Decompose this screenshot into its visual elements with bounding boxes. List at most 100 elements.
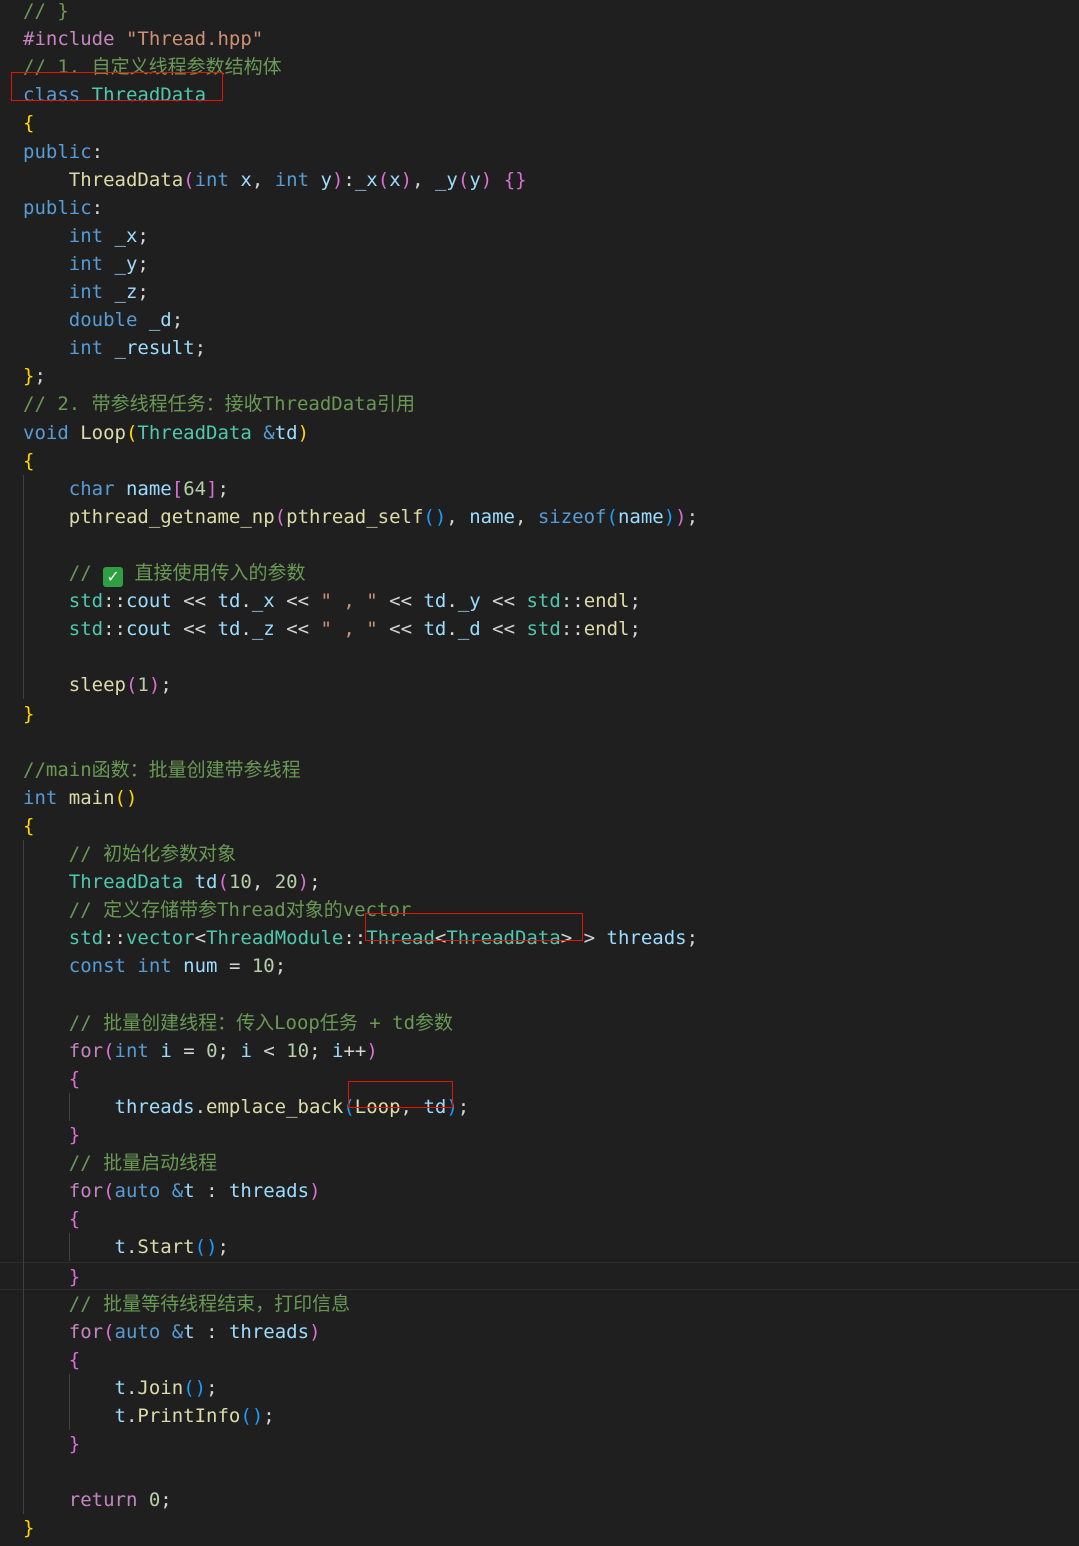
- code-line[interactable]: for(auto &t : threads): [0, 1177, 1079, 1205]
- code-line-text: // ✓ 直接使用传入的参数: [23, 559, 306, 587]
- code-token: (: [377, 168, 390, 191]
- code-line[interactable]: [0, 981, 1079, 1009]
- code-line[interactable]: }: [0, 700, 1079, 728]
- code-token: (: [606, 505, 618, 528]
- code-line-text: sleep(1);: [23, 671, 172, 699]
- code-line[interactable]: {: [0, 1346, 1079, 1374]
- code-line[interactable]: threads.emplace_back(Loop, td);: [0, 1093, 1079, 1121]
- code-line-text: // 批量等待线程结束，打印信息: [23, 1290, 350, 1318]
- code-line[interactable]: #include "Thread.hpp": [0, 25, 1079, 53]
- code-line[interactable]: //main函数：批量创建带参线程: [0, 756, 1079, 784]
- code-token: threads: [228, 1320, 310, 1343]
- code-line[interactable]: int _result;: [0, 334, 1079, 362]
- code-line-text: double _d;: [23, 306, 183, 334]
- code-token: num: [183, 955, 218, 978]
- code-line[interactable]: // 批量等待线程结束，打印信息: [0, 1290, 1079, 1318]
- code-line[interactable]: ThreadData td(10, 20);: [0, 868, 1079, 896]
- code-line[interactable]: // 批量启动线程: [0, 1149, 1079, 1177]
- code-line[interactable]: {: [0, 109, 1079, 137]
- code-token: 10: [228, 871, 252, 894]
- code-line[interactable]: sleep(1);: [0, 671, 1079, 699]
- code-line[interactable]: pthread_getname_np(pthread_self(), name,…: [0, 503, 1079, 531]
- code-token: }: [23, 1517, 35, 1540]
- code-token: ,: [251, 168, 275, 191]
- code-token: i: [160, 1039, 172, 1062]
- code-token: ,: [446, 505, 470, 528]
- code-line[interactable]: [0, 531, 1079, 559]
- code-token: auto: [114, 1320, 172, 1343]
- code-line[interactable]: [0, 728, 1079, 756]
- code-token: :: [194, 1320, 229, 1343]
- code-line[interactable]: }: [0, 1261, 1079, 1291]
- code-token: (: [274, 505, 287, 528]
- code-line[interactable]: int _y;: [0, 250, 1079, 278]
- code-line[interactable]: {: [0, 1065, 1079, 1093]
- code-line[interactable]: void Loop(ThreadData &td): [0, 419, 1079, 447]
- code-token: ;: [629, 618, 641, 641]
- code-editor[interactable]: // } #include "Thread.hpp"// 1. 自定义线程参数结构…: [0, 0, 1079, 1546]
- code-line[interactable]: // 初始化参数对象: [0, 840, 1079, 868]
- code-line[interactable]: // 批量创建线程：传入Loop任务 + td参数: [0, 1009, 1079, 1037]
- code-line[interactable]: t.Join();: [0, 1374, 1079, 1402]
- code-line-text: }: [23, 1263, 80, 1291]
- code-token: endl: [583, 618, 630, 641]
- code-line[interactable]: std::cout << td._z << " , " << td._d << …: [0, 615, 1079, 643]
- code-line[interactable]: }: [0, 1514, 1079, 1542]
- code-line-text: };: [23, 362, 46, 390]
- code-token: std: [68, 590, 104, 613]
- code-token: ]: [206, 477, 218, 500]
- code-token: for: [68, 1180, 104, 1203]
- code-line[interactable]: [0, 643, 1079, 671]
- code-token: .: [240, 618, 252, 641]
- code-token: ;: [160, 1489, 172, 1512]
- code-line-text: t.Start();: [23, 1233, 229, 1261]
- code-line[interactable]: ThreadData(int x, int y):_x(x), _y(y) {}: [0, 166, 1079, 194]
- code-token: 10: [286, 1039, 310, 1062]
- code-line[interactable]: // 2. 带参线程任务：接收ThreadData引用: [0, 390, 1079, 418]
- code-line[interactable]: int _z;: [0, 278, 1079, 306]
- code-token: cout: [125, 590, 172, 613]
- code-line[interactable]: // }: [0, 0, 1079, 25]
- code-token: =: [171, 1039, 207, 1062]
- code-line[interactable]: {: [0, 447, 1079, 475]
- code-token: auto: [114, 1180, 172, 1203]
- code-line[interactable]: }: [0, 1121, 1079, 1149]
- code-token: _y: [434, 168, 458, 191]
- code-token: double: [68, 309, 149, 332]
- code-line[interactable]: t.Start();: [0, 1233, 1079, 1261]
- code-token: t: [114, 1376, 126, 1399]
- code-token: <<: [377, 590, 424, 613]
- code-line[interactable]: // ✓ 直接使用传入的参数: [0, 559, 1079, 587]
- code-line[interactable]: };: [0, 362, 1079, 390]
- code-token: <<: [480, 618, 527, 641]
- code-token: td: [217, 590, 241, 613]
- code-line[interactable]: t.PrintInfo();: [0, 1402, 1079, 1430]
- code-token: td: [217, 618, 241, 641]
- code-line[interactable]: return 0;: [0, 1486, 1079, 1514]
- code-line[interactable]: int _x;: [0, 222, 1079, 250]
- code-token: ;: [263, 1405, 275, 1427]
- code-line[interactable]: int main(): [0, 784, 1079, 812]
- code-line[interactable]: std::cout << td._x << " , " << td._y << …: [0, 587, 1079, 615]
- code-token: {: [68, 1067, 81, 1090]
- code-line[interactable]: {: [0, 1205, 1079, 1233]
- code-line[interactable]: public:: [0, 138, 1079, 166]
- code-token: td: [423, 590, 447, 613]
- code-line-text: int _result;: [23, 334, 206, 362]
- code-line[interactable]: const int num = 10;: [0, 952, 1079, 980]
- code-token: //main函数：批量创建带参线程: [23, 758, 301, 781]
- code-line[interactable]: [0, 1458, 1079, 1486]
- code-line[interactable]: char name[64];: [0, 475, 1079, 503]
- code-token: }: [68, 1124, 81, 1146]
- code-line[interactable]: double _d;: [0, 306, 1079, 334]
- code-line[interactable]: public:: [0, 194, 1079, 222]
- code-token: :: [194, 1180, 229, 1203]
- code-line[interactable]: for(auto &t : threads): [0, 1318, 1079, 1346]
- code-line[interactable]: {: [0, 812, 1079, 840]
- code-line[interactable]: for(int i = 0; i < 10; i++): [0, 1037, 1079, 1065]
- code-token: <<: [480, 590, 527, 613]
- code-line[interactable]: }: [0, 1430, 1079, 1458]
